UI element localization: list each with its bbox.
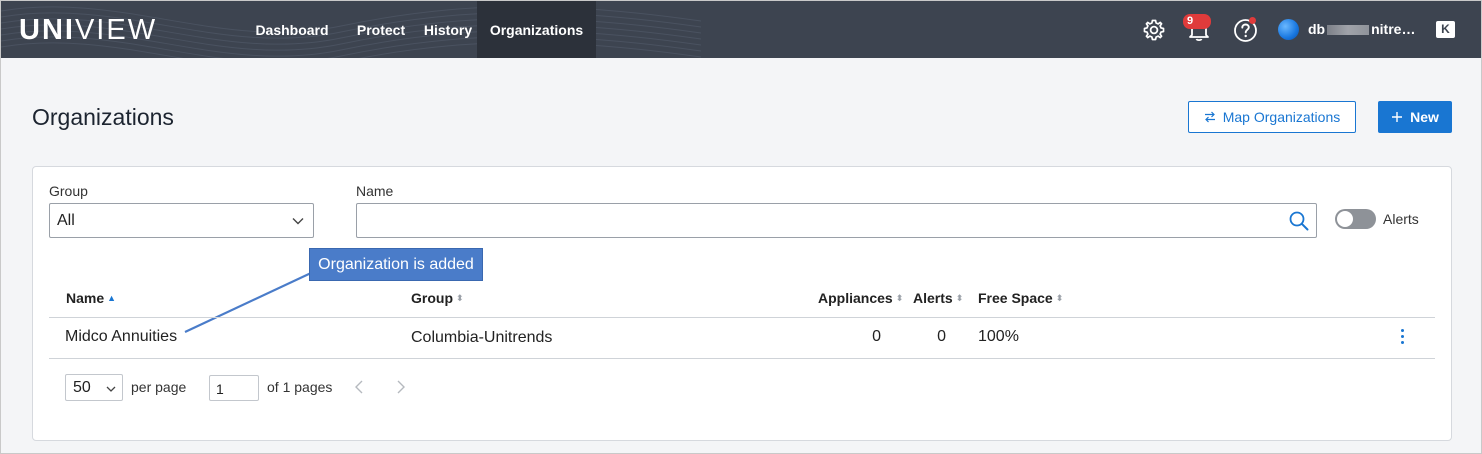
nav-dashboard[interactable]: Dashboard — [247, 1, 337, 58]
group-filter-value: All — [57, 212, 75, 229]
username-suffix: nitre… — [1371, 21, 1416, 37]
chevron-down-icon — [292, 218, 304, 225]
alerts-toggle-label: Alerts — [1383, 211, 1419, 227]
nav-protect[interactable]: Protect — [348, 1, 414, 58]
logo-text-bold: UNI — [19, 14, 75, 46]
username-prefix: db — [1308, 21, 1326, 37]
column-header-alerts-label: Alerts — [913, 290, 953, 306]
cell-alerts: 0 — [937, 328, 946, 345]
cell-free-space: 100% — [978, 328, 1019, 345]
column-header-free-space[interactable]: Free Space ⬍ — [978, 290, 1063, 306]
notification-badge: 9 — [1183, 14, 1211, 29]
row-actions-kebab-icon[interactable] — [1398, 329, 1406, 347]
logo-text-thin: VIEW — [74, 14, 158, 46]
top-navigation-bar: UNIVIEW Dashboard Protect History Organi… — [1, 1, 1481, 58]
alerts-toggle[interactable] — [1335, 209, 1376, 229]
sort-icon: ⬍ — [456, 292, 464, 303]
help-notification-dot — [1249, 17, 1256, 24]
next-page-icon[interactable] — [395, 379, 407, 395]
username-redaction — [1327, 25, 1370, 36]
nav-organizations[interactable]: Organizations — [477, 1, 596, 58]
column-header-name-label: Name — [66, 290, 105, 306]
group-filter-select[interactable]: All — [49, 203, 314, 238]
annotation-callout: Organization is added — [309, 248, 483, 281]
sort-icon: ⬍ — [895, 292, 904, 303]
sort-icon: ⬍ — [955, 292, 964, 303]
sort-icon: ⬍ — [1055, 292, 1064, 303]
page-number-input[interactable]: 1 — [209, 375, 259, 401]
column-header-name[interactable]: Name ▲ — [66, 290, 116, 306]
sort-ascending-icon: ▲ — [107, 292, 117, 303]
map-organizations-button[interactable]: Map Organizations — [1188, 101, 1356, 133]
name-search-input[interactable] — [357, 204, 1257, 235]
swap-arrows-icon — [1204, 111, 1215, 123]
table-header-divider — [49, 317, 1435, 318]
cell-appliances: 0 — [872, 328, 881, 345]
per-page-value: 50 — [73, 379, 91, 396]
new-button-label: New — [1410, 109, 1439, 125]
plus-icon — [1392, 112, 1403, 122]
per-page-select[interactable]: 50 — [65, 374, 123, 401]
table-footer-divider — [49, 358, 1435, 359]
chevron-down-icon — [106, 386, 116, 392]
group-filter-label: Group — [49, 183, 88, 199]
column-header-alerts[interactable]: Alerts ⬍ — [913, 290, 963, 306]
column-header-free-space-label: Free Space — [978, 290, 1053, 306]
collapse-panel-icon[interactable]: K — [1436, 21, 1455, 38]
name-filter-label: Name — [356, 183, 394, 199]
settings-gear-icon[interactable] — [1142, 18, 1166, 42]
map-organizations-label: Map Organizations — [1222, 109, 1341, 125]
alerts-toggle-knob — [1337, 211, 1353, 227]
uniview-logo[interactable]: UNIVIEW — [19, 14, 157, 47]
name-search-box — [356, 203, 1317, 238]
column-header-appliances-label: Appliances — [818, 290, 893, 306]
new-organization-button[interactable]: New — [1378, 101, 1452, 133]
column-header-group-label: Group — [411, 290, 453, 306]
nav-history[interactable]: History — [419, 1, 477, 58]
cell-name[interactable]: Midco Annuities — [65, 328, 177, 346]
cell-group: Columbia-Unitrends — [411, 329, 553, 346]
search-icon[interactable] — [1288, 210, 1310, 232]
column-header-appliances[interactable]: Appliances ⬍ — [818, 290, 903, 306]
page-title: Organizations — [32, 104, 174, 130]
previous-page-icon[interactable] — [353, 379, 365, 395]
per-page-label: per page — [131, 379, 187, 395]
user-menu[interactable]: db nitre… — [1308, 21, 1415, 37]
avatar[interactable] — [1278, 19, 1299, 40]
total-pages-label: of 1 pages — [267, 379, 333, 395]
column-header-group[interactable]: Group ⬍ — [411, 290, 464, 306]
